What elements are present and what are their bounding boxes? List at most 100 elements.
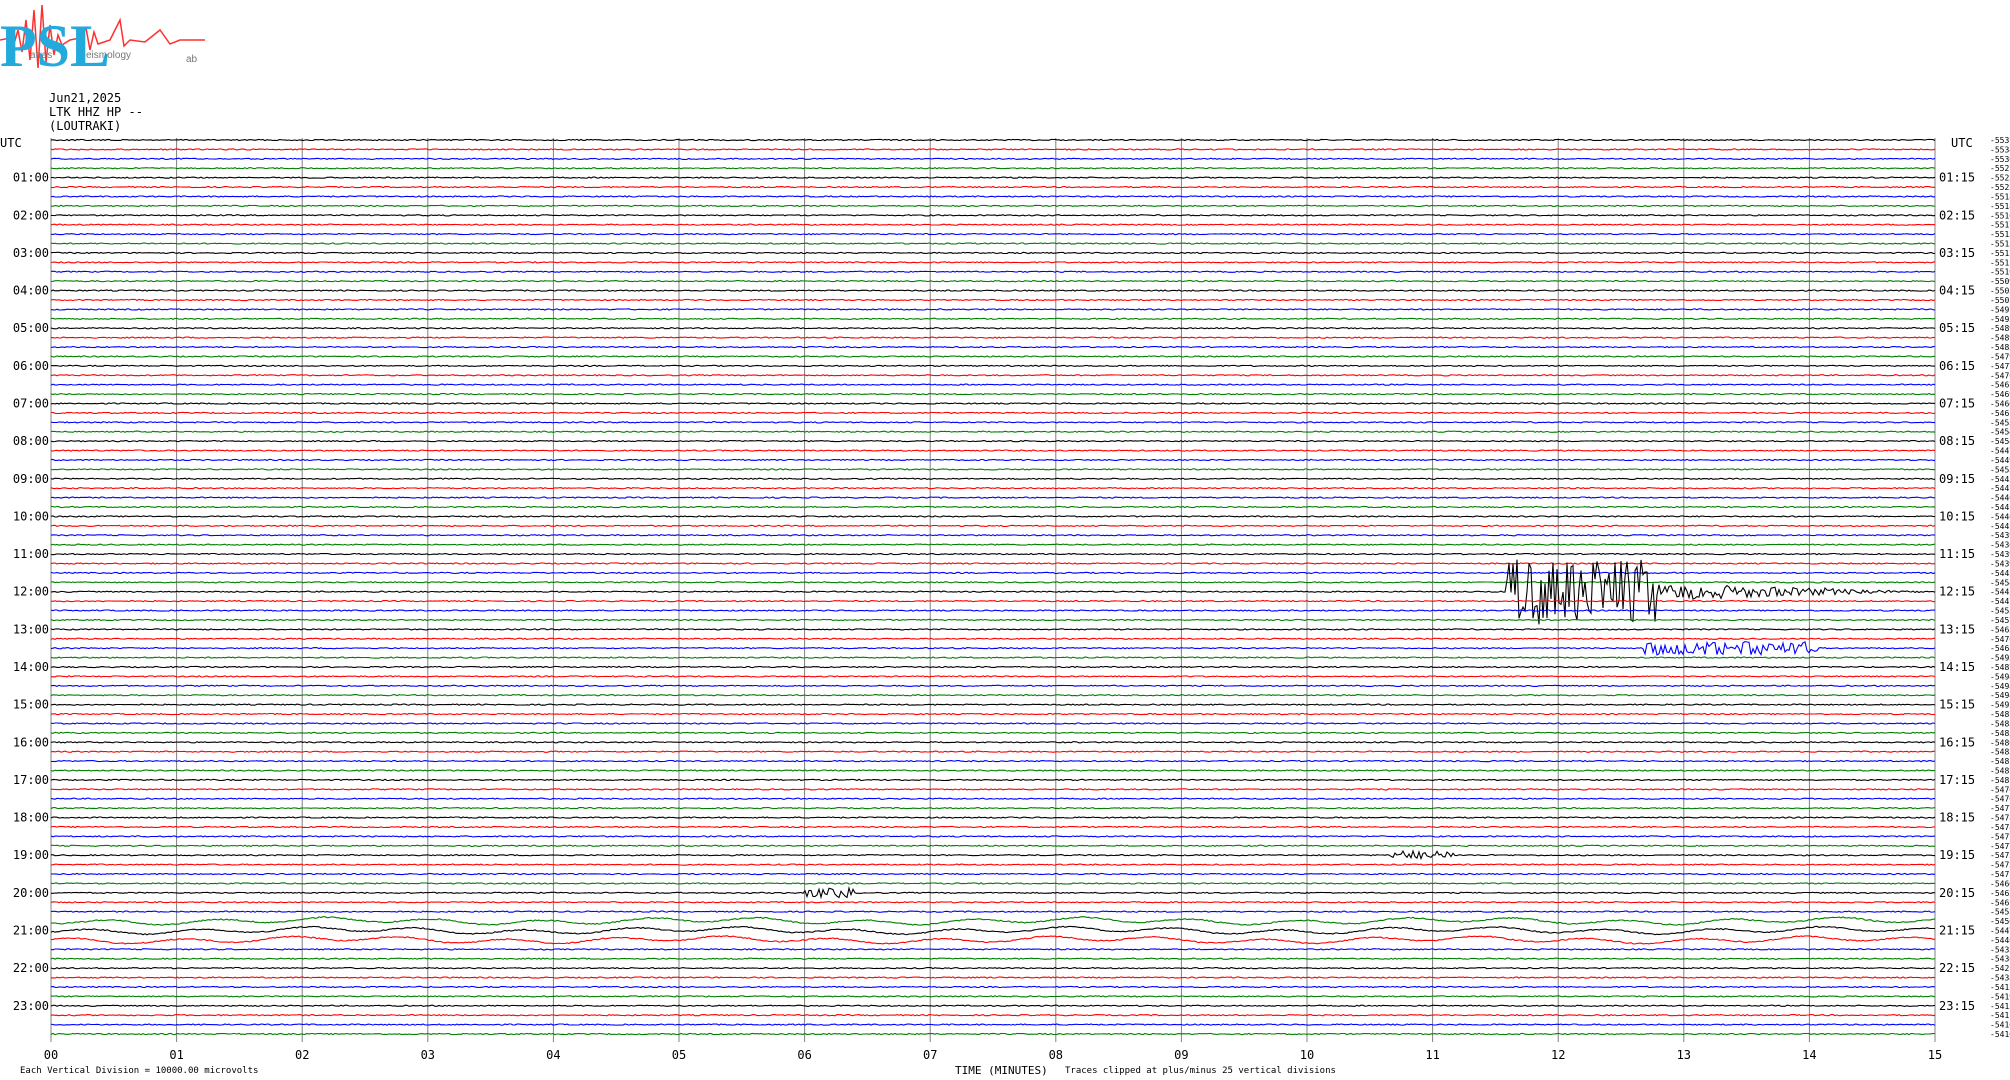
trace-blue-78 bbox=[50, 872, 1936, 876]
trace-offset-label: -5527 bbox=[1990, 164, 2010, 173]
trace-offset-label: -5439 bbox=[1990, 531, 2010, 540]
trace-offset-label: -5512 bbox=[1990, 249, 2010, 258]
trace-green-59 bbox=[50, 693, 1936, 697]
trace-red-65 bbox=[50, 750, 1935, 753]
trace-offset-label: -5460 bbox=[1990, 879, 2010, 888]
hour-label: 04:00 bbox=[13, 284, 49, 298]
left-utc-title: UTC bbox=[0, 136, 22, 150]
x-tick-label: 12 bbox=[1551, 1048, 1565, 1062]
hour-label-right: 11:15 bbox=[1939, 547, 1975, 561]
x-tick-label: 00 bbox=[44, 1048, 58, 1062]
trace-black-28 bbox=[50, 402, 1936, 405]
hour-label: 05:00 bbox=[13, 321, 49, 335]
x-tick-label: 04 bbox=[546, 1048, 560, 1062]
trace-red-49 bbox=[50, 599, 1936, 603]
trace-black-92 bbox=[50, 1004, 1936, 1008]
trace-offset-label: -5477 bbox=[1990, 362, 2010, 371]
hour-label: 23:00 bbox=[13, 999, 49, 1013]
trace-offset-label: -5461 bbox=[1990, 409, 2010, 418]
hour-label-right: 13:15 bbox=[1939, 622, 1975, 636]
trace-red-73 bbox=[50, 825, 1936, 829]
trace-offset-label: -5461 bbox=[1990, 898, 2010, 907]
trace-offset-label: -5505 bbox=[1990, 287, 2010, 296]
x-tick-label: 05 bbox=[672, 1048, 686, 1062]
hour-label-right: 14:15 bbox=[1939, 660, 1975, 674]
hour-label: 12:00 bbox=[13, 585, 49, 599]
trace-offset-label: -5476 bbox=[1990, 635, 2010, 644]
x-tick-label: 07 bbox=[923, 1048, 937, 1062]
trace-offset-label: -5447 bbox=[1990, 597, 2010, 606]
trace-offset-label: -5471 bbox=[1990, 870, 2010, 879]
trace-offset-label: -5454 bbox=[1990, 437, 2010, 446]
trace-offset-label: -5518 bbox=[1990, 202, 2010, 211]
trace-offset-label: -5440 bbox=[1990, 936, 2010, 945]
trace-blue-10 bbox=[50, 232, 1936, 236]
hour-label-right: 02:15 bbox=[1939, 208, 1975, 222]
trace-green-11 bbox=[50, 242, 1936, 245]
x-tick-label: 13 bbox=[1677, 1048, 1691, 1062]
trace-offset-label: -5486 bbox=[1990, 738, 2010, 747]
trace-blue-62 bbox=[50, 722, 1936, 725]
trace-black-60 bbox=[50, 703, 1936, 706]
trace-red-53 bbox=[50, 637, 1936, 641]
hour-label-right: 22:15 bbox=[1939, 961, 1975, 975]
hour-label: 14:00 bbox=[13, 660, 49, 674]
trace-lines bbox=[50, 138, 1936, 1036]
trace-black-0 bbox=[50, 138, 1936, 142]
trace-blue-82 bbox=[50, 910, 1936, 913]
trace-offset-label: -5445 bbox=[1990, 475, 2010, 484]
trace-offset-label: -5421 bbox=[1990, 964, 2010, 973]
trace-blue-34 bbox=[50, 458, 1936, 462]
hour-label: 18:00 bbox=[13, 811, 49, 825]
trace-offset-label: -5494 bbox=[1990, 691, 2010, 700]
trace-offset-label: -5454 bbox=[1990, 428, 2010, 437]
trace-offset-label: -5436 bbox=[1990, 541, 2010, 550]
trace-offset-label: -5438 bbox=[1990, 974, 2010, 983]
trace-offset-label: -5453 bbox=[1990, 465, 2010, 474]
trace-black-4 bbox=[50, 176, 1936, 179]
trace-offset-label: -5445 bbox=[1990, 588, 2010, 597]
trace-green-31 bbox=[51, 430, 1936, 433]
hour-label: 13:00 bbox=[13, 622, 49, 636]
trace-offset-label: -5489 bbox=[1990, 324, 2010, 333]
trace-offset-label: -5436 bbox=[1990, 955, 2010, 964]
trace-offset-label: -5447 bbox=[1990, 926, 2010, 935]
hour-label: 08:00 bbox=[13, 434, 49, 448]
trace-red-37 bbox=[50, 486, 1936, 490]
hour-label-right: 10:15 bbox=[1939, 509, 1975, 523]
trace-offset-label: -5510 bbox=[1990, 268, 2010, 277]
hour-label: 01:00 bbox=[13, 171, 49, 185]
trace-offset-label: -5441 bbox=[1990, 503, 2010, 512]
trace-black-56 bbox=[50, 665, 1936, 669]
trace-green-75 bbox=[51, 844, 1935, 848]
trace-offset-label: -5439 bbox=[1990, 550, 2010, 559]
hour-label: 09:00 bbox=[13, 472, 49, 486]
x-tick-label: 06 bbox=[797, 1048, 811, 1062]
helicorder-plot: UTC UTC 01:00 02:00 03:00 04:00 05:00 06:00 07:0… bbox=[0, 136, 2010, 1062]
trace-offset-label: -5517 bbox=[1990, 221, 2010, 230]
trace-green-67 bbox=[50, 769, 1935, 772]
trace-offset-label: -5483 bbox=[1990, 748, 2010, 757]
trace-blue-2 bbox=[50, 157, 1936, 161]
hour-label: 10:00 bbox=[13, 509, 49, 523]
trace-blue-94 bbox=[50, 1023, 1936, 1026]
trace-black-36 bbox=[50, 477, 1936, 481]
hour-label: 21:00 bbox=[13, 923, 49, 937]
hour-label: 19:00 bbox=[13, 848, 49, 862]
trace-blue-46 bbox=[50, 571, 1936, 575]
trace-red-1 bbox=[50, 148, 1936, 151]
trace-offset-label: -5502 bbox=[1990, 296, 2010, 305]
trace-offset-label: -5485 bbox=[1990, 719, 2010, 728]
trace-offset-label: -5454 bbox=[1990, 578, 2010, 587]
trace-red-77 bbox=[50, 863, 1936, 866]
trace-red-57 bbox=[50, 675, 1936, 678]
trace-blue-14 bbox=[50, 270, 1936, 273]
trace-blue-74 bbox=[50, 835, 1936, 838]
trace-black-16 bbox=[50, 289, 1936, 292]
trace-green-19 bbox=[50, 317, 1936, 321]
trace-offset-label: -5487 bbox=[1990, 710, 2010, 719]
trace-red-5 bbox=[50, 185, 1936, 189]
trace-blue-90 bbox=[50, 985, 1936, 989]
clip-note: Traces clipped at plus/minus 25 vertical… bbox=[1065, 1066, 1336, 1076]
trace-offset-label: -5476 bbox=[1990, 371, 2010, 380]
